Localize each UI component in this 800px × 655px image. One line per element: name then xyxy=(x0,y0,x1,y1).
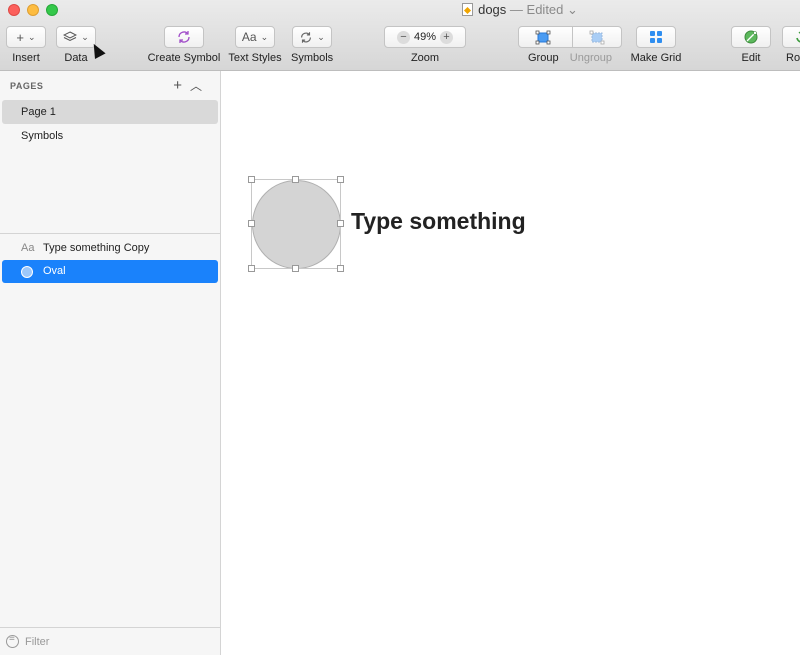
filter-icon xyxy=(6,633,19,648)
rotate-label: Rot xyxy=(786,52,800,64)
text-styles-button[interactable]: Aa ⌄ xyxy=(235,26,275,48)
group-button[interactable] xyxy=(519,27,568,47)
selection-box xyxy=(251,179,341,269)
rotate-button[interactable] xyxy=(782,26,800,48)
page-item-label: Page 1 xyxy=(21,106,56,118)
chevron-down-icon: ⌄ xyxy=(317,31,325,42)
layers-sidebar: PAGES +︿ Page 1 Symbols Aa Type somethin… xyxy=(0,71,221,655)
edit-label: Edit xyxy=(741,52,761,64)
zoom-control[interactable]: − 49% + xyxy=(384,26,466,48)
resize-handle[interactable] xyxy=(248,220,255,227)
resize-handle[interactable] xyxy=(248,176,255,183)
page-item-symbols[interactable]: Symbols xyxy=(2,124,218,148)
plus-icon: + xyxy=(16,29,25,45)
resize-handle[interactable] xyxy=(292,265,299,272)
document-icon xyxy=(462,3,474,16)
ungroup-button[interactable] xyxy=(571,27,622,47)
page-item-page-1[interactable]: Page 1 xyxy=(2,100,218,124)
layer-item-label: Oval xyxy=(43,265,66,277)
create-symbol-button[interactable] xyxy=(164,26,204,48)
layer-item-oval[interactable]: Oval xyxy=(2,260,218,283)
insert-button[interactable]: + ⌄ xyxy=(6,26,46,48)
text-styles-icon: Aa xyxy=(241,30,257,44)
filter-input[interactable]: Filter xyxy=(25,636,49,648)
symbols-label: Symbols xyxy=(291,52,334,64)
rotate-tool[interactable]: Rot xyxy=(782,26,800,64)
edit-tool[interactable]: Edit xyxy=(731,26,771,64)
ungroup-icon xyxy=(589,30,605,44)
layers-icon xyxy=(63,31,78,42)
data-label: Data xyxy=(64,52,88,64)
window-title: dogs — Edited ⌄ xyxy=(0,2,800,18)
symbols-tool[interactable]: ⌄ Symbols xyxy=(291,26,333,64)
filter-bar[interactable]: Filter xyxy=(0,627,221,655)
canvas-text-layer[interactable]: Type something xyxy=(351,208,526,235)
collapse-pages-icon[interactable]: ︿ xyxy=(190,79,210,93)
page-item-label: Symbols xyxy=(21,130,64,142)
group-labels: Group Ungroup xyxy=(518,52,622,64)
create-symbol-icon xyxy=(178,31,190,43)
chevron-down-icon: ⌄ xyxy=(260,31,269,42)
group-icon xyxy=(535,30,551,44)
resize-handle[interactable] xyxy=(337,176,344,183)
symbols-icon xyxy=(301,31,312,43)
zoom-value: 49% xyxy=(413,31,437,43)
toolbar: dogs — Edited ⌄ + ⌄ Insert ⌄ Data Create … xyxy=(0,0,800,71)
resize-handle[interactable] xyxy=(337,220,344,227)
text-layer-icon: Aa xyxy=(21,242,35,254)
edit-button[interactable] xyxy=(731,26,771,48)
insert-label: Insert xyxy=(12,52,40,64)
group-ungroup-tool: Group Ungroup xyxy=(518,26,622,64)
layer-item-label: Type something Copy xyxy=(43,242,150,254)
oval-layer-icon xyxy=(21,265,33,278)
group-label: Group xyxy=(528,52,559,64)
ungroup-label: Ungroup xyxy=(569,52,612,64)
text-styles-tool[interactable]: Aa ⌄ Text Styles xyxy=(228,26,282,64)
canvas[interactable]: Type something xyxy=(222,71,800,655)
make-grid-tool[interactable]: Make Grid xyxy=(630,26,682,64)
group-ungroup-control xyxy=(518,26,622,48)
symbols-button[interactable]: ⌄ xyxy=(292,26,332,48)
zoom-out-button[interactable]: − xyxy=(396,30,410,44)
make-grid-button[interactable] xyxy=(636,26,676,48)
create-symbol-tool[interactable]: Create Symbol xyxy=(146,26,222,64)
add-page-icon[interactable]: + xyxy=(173,77,190,94)
layer-item-text[interactable]: Aa Type something Copy xyxy=(2,237,218,260)
pages-header: PAGES +︿ xyxy=(10,77,210,94)
grid-icon xyxy=(650,31,662,43)
make-grid-label: Make Grid xyxy=(630,52,682,64)
edit-vector-icon xyxy=(744,30,758,44)
rotate-icon xyxy=(796,31,800,43)
zoom-label: Zoom xyxy=(410,52,440,64)
sidebar-divider[interactable] xyxy=(0,233,221,234)
resize-handle[interactable] xyxy=(248,265,255,272)
resize-handle[interactable] xyxy=(292,176,299,183)
chevron-down-icon: ⌄ xyxy=(28,31,36,42)
resize-handle[interactable] xyxy=(337,265,344,272)
text-styles-label: Text Styles xyxy=(228,52,282,64)
document-name: dogs xyxy=(478,2,507,17)
zoom-tool[interactable]: − 49% + Zoom xyxy=(384,26,466,64)
chevron-down-icon: ⌄ xyxy=(81,31,89,42)
insert-tool[interactable]: + ⌄ Insert xyxy=(6,26,46,64)
pages-actions: +︿ xyxy=(173,77,210,94)
edited-status[interactable]: — Edited ⌄ xyxy=(510,2,578,17)
pages-title: PAGES xyxy=(10,81,44,91)
create-symbol-label: Create Symbol xyxy=(147,52,221,64)
zoom-in-button[interactable]: + xyxy=(440,30,454,44)
